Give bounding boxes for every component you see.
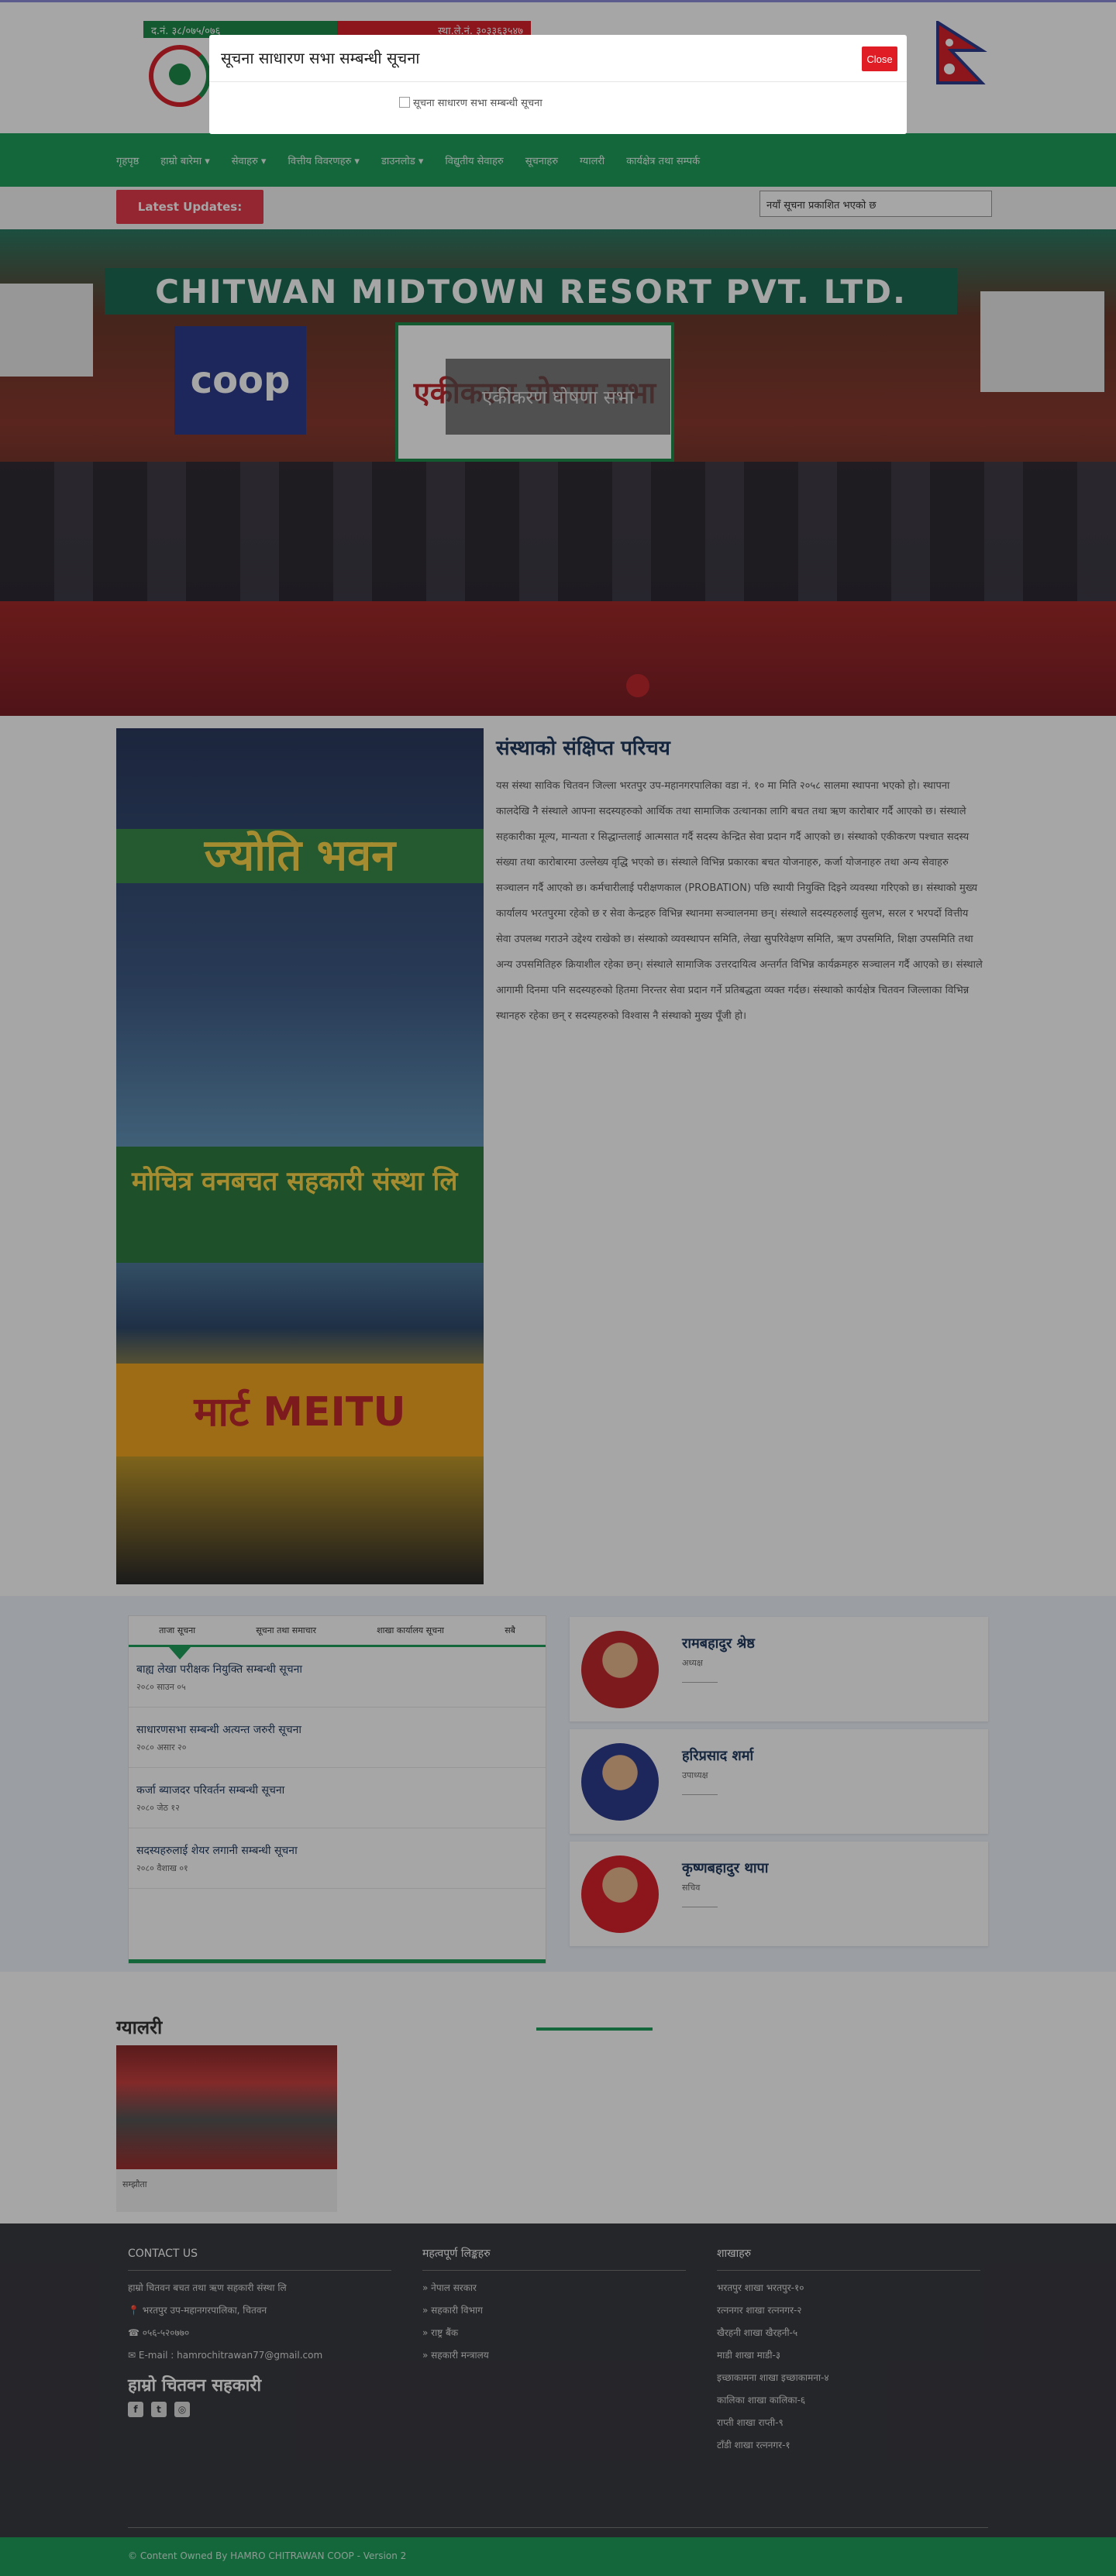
- modal-image-alt: सूचना साधारण सभा सम्बन्धी सूचना: [413, 98, 542, 109]
- modal-image: सूचना साधारण सभा सम्बन्धी सूचना: [399, 95, 542, 109]
- modal-title: सूचना साधारण सभा सम्बन्धी सूचना: [221, 49, 420, 67]
- modal-close-button[interactable]: Close: [862, 46, 897, 71]
- broken-image-icon: [399, 97, 410, 108]
- page: द.नं. ३८/०७५/०७६ स्था.ले.नं. ३०३३६३५४७ ग…: [0, 0, 1116, 2576]
- notice-modal: सूचना साधारण सभा सम्बन्धी सूचना Close सू…: [209, 35, 907, 134]
- modal-separator: [209, 81, 907, 82]
- modal-overlay[interactable]: [0, 0, 1116, 2576]
